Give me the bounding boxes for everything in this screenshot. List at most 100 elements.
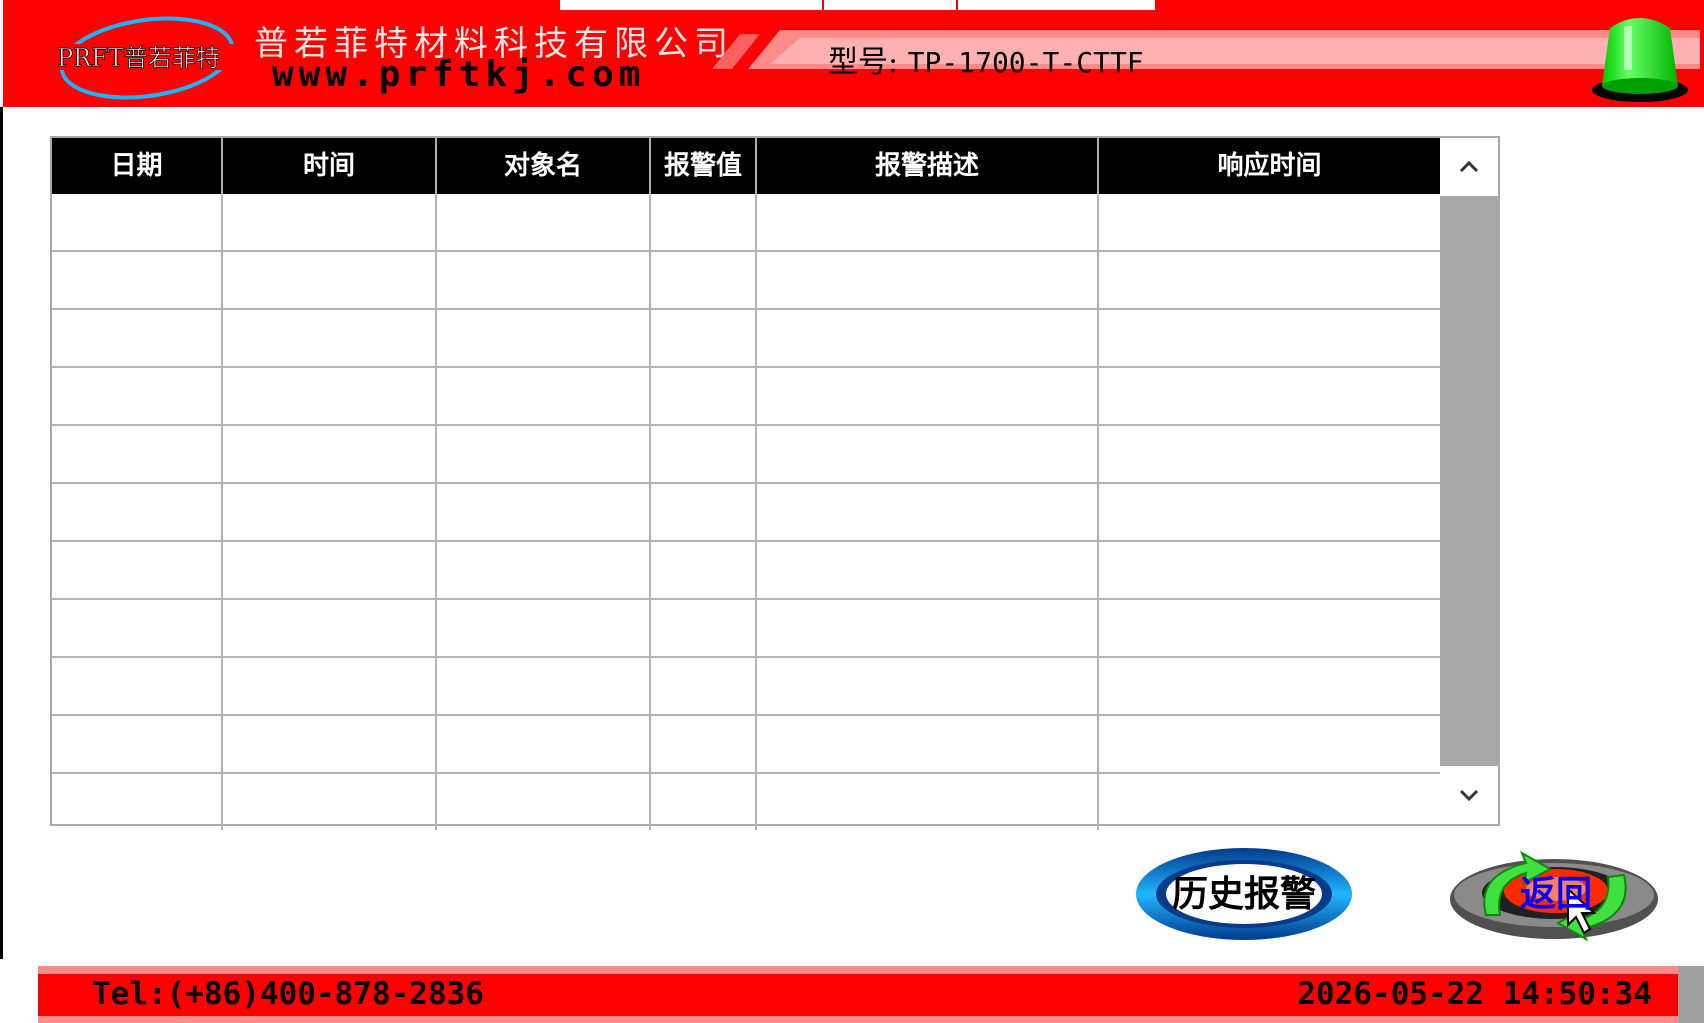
table-cell xyxy=(223,194,437,250)
column-header-alarm-description[interactable]: 报警描述 xyxy=(757,138,1099,194)
column-header-alarm-value[interactable]: 报警值 xyxy=(651,138,757,194)
table-cell xyxy=(52,426,223,482)
column-header-object-name[interactable]: 对象名 xyxy=(437,138,651,194)
table-cell xyxy=(437,658,651,714)
company-logo: PRFT普若菲特 xyxy=(55,16,240,100)
scroll-up-button[interactable] xyxy=(1440,138,1498,196)
table-cell xyxy=(52,252,223,308)
table-cell xyxy=(52,774,223,830)
column-header-date[interactable]: 日期 xyxy=(52,138,223,194)
table-cell xyxy=(651,774,757,830)
table-cell xyxy=(651,542,757,598)
table-cell xyxy=(651,368,757,424)
table-row[interactable] xyxy=(52,600,1440,658)
table-row[interactable] xyxy=(52,194,1440,252)
table-cell xyxy=(757,484,1099,540)
table-cell xyxy=(52,310,223,366)
table-cell xyxy=(223,716,437,772)
table-cell xyxy=(52,484,223,540)
table-cell xyxy=(1099,368,1440,424)
table-cell xyxy=(437,426,651,482)
alarm-table: 日期 时间 对象名 报警值 报警描述 响应时间 xyxy=(50,136,1500,830)
table-cell xyxy=(52,658,223,714)
table-cell xyxy=(223,658,437,714)
back-button[interactable]: 返回 xyxy=(1446,845,1662,945)
footer-datetime: 2026-05-22 14:50:34 xyxy=(1297,976,1652,1012)
table-row[interactable] xyxy=(52,252,1440,310)
chevron-up-icon xyxy=(1459,160,1479,173)
table-cell xyxy=(757,542,1099,598)
table-row[interactable] xyxy=(52,774,1440,832)
status-lamp-icon[interactable] xyxy=(1588,8,1692,104)
table-row[interactable] xyxy=(52,658,1440,716)
table-cell xyxy=(223,774,437,830)
table-cell xyxy=(1099,484,1440,540)
table-cell xyxy=(52,716,223,772)
chevron-down-icon xyxy=(1459,789,1479,802)
model-label-text: 型号: xyxy=(828,45,899,80)
model-label: 型号: TP-1700-T-CTTF xyxy=(828,37,1144,81)
table-cell xyxy=(757,774,1099,830)
table-cell xyxy=(1099,658,1440,714)
company-website: www.prftkj.com xyxy=(272,54,646,95)
footer-corner-block xyxy=(1678,966,1704,1023)
table-cell xyxy=(757,310,1099,366)
table-cell xyxy=(651,484,757,540)
table-cell xyxy=(757,426,1099,482)
table-cell xyxy=(437,716,651,772)
column-header-response-time[interactable]: 响应时间 xyxy=(1099,138,1440,194)
table-row[interactable] xyxy=(52,484,1440,542)
table-cell xyxy=(651,252,757,308)
table-cell xyxy=(651,310,757,366)
table-cell xyxy=(223,252,437,308)
table-row[interactable] xyxy=(52,542,1440,600)
table-cell xyxy=(651,658,757,714)
table-cell xyxy=(437,368,651,424)
table-cell xyxy=(437,600,651,656)
table-cell xyxy=(437,542,651,598)
table-cell xyxy=(757,658,1099,714)
table-cell xyxy=(651,194,757,250)
table-cell xyxy=(651,600,757,656)
table-cell xyxy=(223,484,437,540)
table-row[interactable] xyxy=(52,716,1440,774)
table-cell xyxy=(1099,194,1440,250)
table-cell xyxy=(1099,774,1440,830)
table-cell xyxy=(437,484,651,540)
table-cell xyxy=(1099,426,1440,482)
table-cell xyxy=(1099,310,1440,366)
table-cell xyxy=(52,368,223,424)
table-cell xyxy=(1099,252,1440,308)
table-cell xyxy=(52,600,223,656)
table-cell xyxy=(223,310,437,366)
header-bar: PRFT普若菲特 普若菲特材料科技有限公司 www.prftkj.com 型号:… xyxy=(0,0,1704,107)
table-cell xyxy=(757,194,1099,250)
table-cell xyxy=(437,194,651,250)
logo-text: PRFT普若菲特 xyxy=(57,44,220,72)
history-alarm-button[interactable]: 历史报警 xyxy=(1134,845,1354,943)
table-cell xyxy=(757,600,1099,656)
scrollbar-thumb[interactable] xyxy=(1440,196,1498,766)
column-header-time[interactable]: 时间 xyxy=(223,138,437,194)
vertical-scrollbar[interactable] xyxy=(1440,138,1498,824)
footer-telephone: Tel:(+86)400-878-2836 xyxy=(92,976,484,1012)
table-cell xyxy=(1099,600,1440,656)
table-row[interactable] xyxy=(52,310,1440,368)
table-cell xyxy=(757,252,1099,308)
table-cell xyxy=(223,426,437,482)
model-value: TP-1700-T-CTTF xyxy=(907,46,1144,79)
table-cell xyxy=(1099,716,1440,772)
table-header: 日期 时间 对象名 报警值 报警描述 响应时间 xyxy=(52,138,1440,194)
table-cell xyxy=(437,252,651,308)
table-cell xyxy=(223,600,437,656)
table-cell xyxy=(757,716,1099,772)
table-row[interactable] xyxy=(52,426,1440,484)
table-cell xyxy=(437,310,651,366)
scroll-down-button[interactable] xyxy=(1440,766,1498,824)
table-cell xyxy=(437,774,651,830)
back-label: 返回 xyxy=(1519,873,1592,915)
table-row[interactable] xyxy=(52,368,1440,426)
history-alarm-label: 历史报警 xyxy=(1171,873,1316,915)
table-cell xyxy=(52,542,223,598)
table-cell xyxy=(52,194,223,250)
